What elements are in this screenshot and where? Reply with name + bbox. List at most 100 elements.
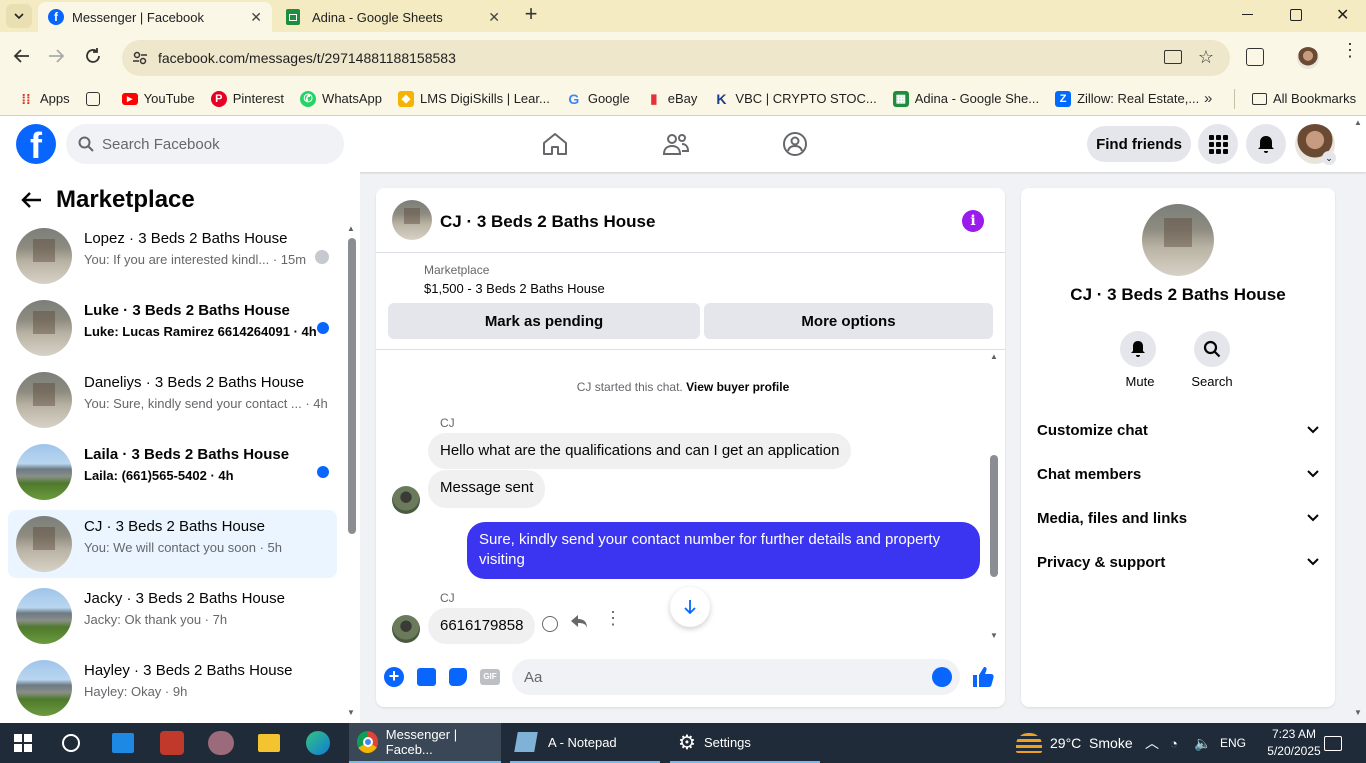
install-app-icon[interactable]	[1164, 50, 1182, 64]
chat-scrollbar[interactable]	[990, 455, 998, 577]
bookmark-vbc[interactable]: K VBC | CRYPTO STOC...	[713, 91, 876, 107]
network-icon[interactable]: ◔	[1170, 723, 1178, 763]
chat-title[interactable]: CJ · 3 Beds 2 Baths House	[440, 212, 655, 232]
notifications-button[interactable]	[1246, 124, 1286, 164]
bookmark-whatsapp[interactable]: ✆ WhatsApp	[300, 90, 382, 107]
sender-avatar[interactable]	[392, 486, 420, 514]
bookmark-star-icon[interactable]: ☆	[1198, 47, 1214, 68]
file-explorer-icon[interactable]	[258, 723, 280, 763]
notifications-center-icon[interactable]	[1324, 723, 1342, 763]
all-bookmarks[interactable]: All Bookmarks	[1252, 91, 1356, 106]
page-scroll-up-arrow[interactable]: ▲	[1354, 118, 1362, 127]
bookmark-adina-sheets[interactable]: ▦ Adina - Google She...	[892, 90, 1039, 107]
browser-menu-icon[interactable]: ⋮	[1341, 41, 1359, 59]
forward-button[interactable]	[48, 48, 66, 64]
media-files-links-section[interactable]: Media, files and links	[1037, 498, 1319, 538]
conversation-scrollbar[interactable]	[348, 238, 356, 534]
more-bookmarks-icon[interactable]: »	[1204, 90, 1212, 107]
nav-groups[interactable]	[782, 131, 808, 157]
new-tab-button[interactable]: +	[520, 3, 542, 26]
scroll-to-bottom-button[interactable]	[670, 587, 710, 627]
address-bar[interactable]: facebook.com/messages/t/2971488118815858…	[122, 40, 1230, 76]
outgoing-message[interactable]: Sure, kindly send your contact number fo…	[467, 522, 980, 579]
sticker-icon[interactable]	[449, 668, 467, 686]
start-button[interactable]	[14, 723, 32, 763]
chat-members-section[interactable]: Chat members	[1037, 454, 1319, 494]
edge-icon[interactable]	[306, 723, 330, 763]
show-hidden-icons[interactable]: ︿	[1145, 723, 1159, 763]
nav-home[interactable]	[542, 132, 568, 156]
emoji-icon[interactable]	[932, 667, 952, 687]
conversation-item[interactable]: Laila · 3 Beds 2 Baths House Laila: (661…	[8, 438, 337, 506]
bookmark-pinterest[interactable]: P Pinterest	[210, 90, 284, 107]
conversation-item-selected[interactable]: CJ · 3 Beds 2 Baths House You: We will c…	[8, 510, 337, 578]
bookmark-lms[interactable]: ◆ LMS DigiSkills | Lear...	[398, 90, 550, 107]
nav-friends[interactable]	[663, 132, 689, 156]
search-taskbar-button[interactable]	[62, 723, 80, 763]
like-button[interactable]	[972, 666, 994, 688]
incoming-message[interactable]: Message sent	[428, 470, 546, 508]
view-buyer-profile-link[interactable]: View buyer profile	[686, 380, 789, 394]
more-options-button[interactable]: More options	[704, 303, 993, 339]
reload-button[interactable]	[84, 47, 102, 65]
tab-sheets[interactable]: Adina - Google Sheets ✕	[276, 2, 510, 32]
react-icon[interactable]	[542, 616, 558, 632]
search-in-conversation-button[interactable]	[1194, 331, 1230, 367]
facebook-search-input[interactable]: Search Facebook	[66, 124, 344, 164]
taskbar-chrome-messenger[interactable]: Messenger | Faceb...	[349, 723, 501, 763]
bookmark-tab-groups[interactable]	[85, 91, 106, 106]
bookmark-google[interactable]: G Google	[566, 91, 629, 107]
tab-messenger[interactable]: f Messenger | Facebook ✕	[38, 2, 272, 32]
app-taskbar-icon[interactable]	[160, 723, 184, 763]
extensions-icon[interactable]	[1246, 48, 1264, 66]
close-tab-icon[interactable]: ✕	[250, 9, 262, 26]
restore-button[interactable]	[1290, 9, 1302, 21]
page-scroll-down-arrow[interactable]: ▼	[1354, 708, 1362, 717]
find-friends-button[interactable]: Find friends	[1087, 126, 1191, 162]
volume-icon[interactable]: 🔈	[1194, 723, 1211, 763]
profile-photo[interactable]	[1142, 204, 1214, 276]
incoming-message[interactable]: 6616179858	[428, 608, 536, 644]
conversation-info-button[interactable]: i	[962, 210, 984, 232]
customize-chat-section[interactable]: Customize chat	[1037, 410, 1319, 450]
conversation-item[interactable]: Daneliys · 3 Beds 2 Baths House You: Sur…	[8, 366, 337, 434]
weather-widget[interactable]: 29°C Smoke	[1016, 723, 1133, 763]
clock[interactable]: 7:23 AM 5/20/2025	[1264, 726, 1324, 760]
menu-button[interactable]	[1198, 124, 1238, 164]
more-actions-icon[interactable]: ⋮	[604, 609, 622, 627]
mute-button[interactable]	[1120, 331, 1156, 367]
bookmark-ebay[interactable]: ▮ eBay	[646, 91, 697, 107]
conversation-item[interactable]: Luke · 3 Beds 2 Baths House Luke: Lucas …	[8, 294, 337, 362]
conversation-item[interactable]: Jacky · 3 Beds 2 Baths House Jacky: Ok t…	[8, 582, 337, 650]
more-actions-button[interactable]: +	[384, 667, 404, 687]
site-info-icon[interactable]	[132, 50, 148, 66]
scroll-down-arrow[interactable]: ▼	[347, 708, 355, 717]
scroll-up-arrow[interactable]: ▲	[990, 352, 998, 361]
conversation-item[interactable]: Hayley · 3 Beds 2 Baths House Hayley: Ok…	[8, 654, 337, 722]
store-taskbar-icon[interactable]	[112, 723, 134, 763]
close-window-button[interactable]: ✕	[1336, 5, 1349, 25]
taskbar-settings[interactable]: ⚙ Settings	[670, 723, 820, 763]
chat-avatar[interactable]	[392, 200, 432, 240]
message-input[interactable]: Aa	[512, 659, 960, 695]
language-indicator[interactable]: ENG	[1220, 723, 1246, 763]
close-tab-icon[interactable]: ✕	[488, 9, 500, 26]
back-button[interactable]	[12, 48, 30, 64]
tab-search-button[interactable]	[6, 4, 32, 28]
scroll-up-arrow[interactable]: ▲	[347, 224, 355, 233]
app-taskbar-icon[interactable]	[208, 723, 234, 763]
scroll-down-arrow[interactable]: ▼	[990, 631, 998, 640]
bookmark-zillow[interactable]: Z Zillow: Real Estate,...	[1055, 90, 1199, 107]
back-arrow-button[interactable]	[20, 191, 42, 209]
account-chevron-icon[interactable]: ⌄	[1322, 151, 1336, 165]
taskbar-notepad[interactable]: A - Notepad	[510, 723, 660, 763]
bookmark-apps[interactable]: ⁞⁞ Apps	[18, 91, 69, 107]
privacy-support-section[interactable]: Privacy & support	[1037, 542, 1319, 582]
profile-avatar[interactable]	[1297, 47, 1319, 69]
attach-photo-icon[interactable]	[417, 668, 436, 686]
facebook-logo[interactable]: f	[16, 124, 56, 164]
gif-icon[interactable]: GIF	[480, 669, 500, 685]
conversation-item[interactable]: Lopez · 3 Beds 2 Baths House You: If you…	[8, 222, 337, 290]
listing-price[interactable]: $1,500 - 3 Beds 2 Baths House	[424, 281, 605, 296]
mark-as-pending-button[interactable]: Mark as pending	[388, 303, 700, 339]
